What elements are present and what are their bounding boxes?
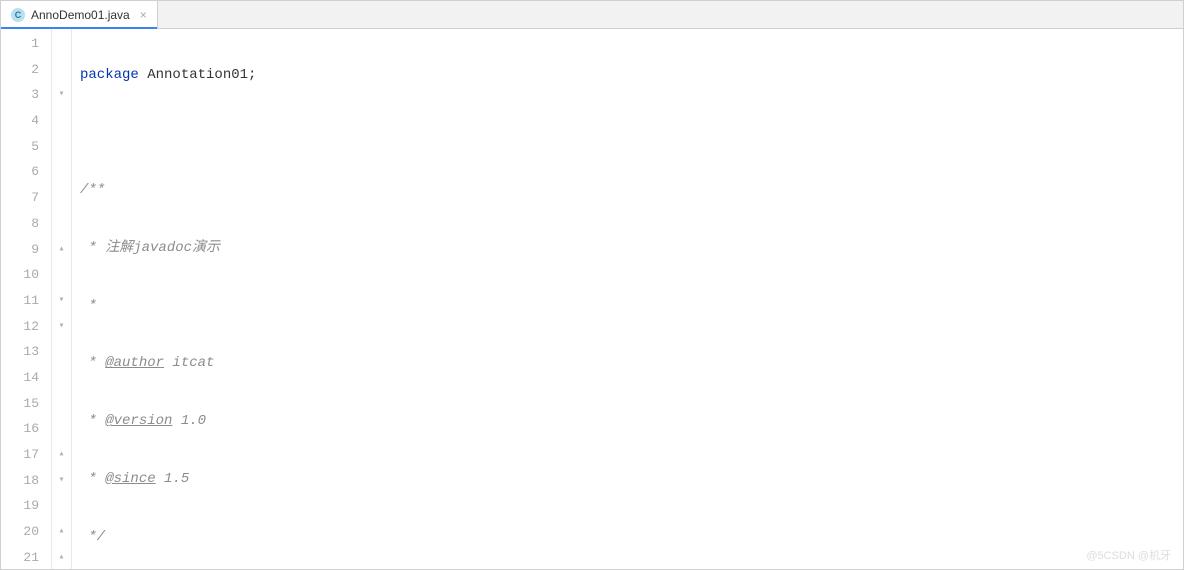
fold-marker <box>52 211 71 237</box>
line-number: 10 <box>1 262 51 288</box>
code-line: */ <box>72 525 1183 551</box>
fold-marker <box>52 365 71 391</box>
code-area[interactable]: package Annotation01; /** * 注解javadoc演示 … <box>71 29 1183 569</box>
line-number: 17 <box>1 442 51 468</box>
line-number: 14 <box>1 365 51 391</box>
line-number: 18 <box>1 468 51 494</box>
fold-column: ▾▴▾▾▴▾▴▴ <box>51 29 71 569</box>
close-icon[interactable]: × <box>140 8 147 22</box>
fold-marker <box>52 262 71 288</box>
line-number: 19 <box>1 493 51 519</box>
line-number: 5 <box>1 134 51 160</box>
editor-body: 123456789101112131415161718192021 ▾▴▾▾▴▾… <box>1 29 1183 569</box>
tab-filename: AnnoDemo01.java <box>31 8 130 22</box>
tabs-bar: C AnnoDemo01.java × <box>1 1 1183 29</box>
java-class-icon: C <box>11 8 25 22</box>
line-number: 9 <box>1 237 51 263</box>
fold-marker[interactable]: ▾ <box>52 288 71 314</box>
code-line: * @since 1.5 <box>72 467 1183 493</box>
code-line: * <box>72 294 1183 320</box>
editor-container: C AnnoDemo01.java × 12345678910111213141… <box>0 0 1184 570</box>
fold-marker[interactable]: ▴ <box>52 545 71 569</box>
fold-marker <box>52 108 71 134</box>
code-line: * @author itcat <box>72 351 1183 377</box>
line-number: 6 <box>1 159 51 185</box>
fold-marker[interactable]: ▾ <box>52 468 71 494</box>
line-number: 16 <box>1 416 51 442</box>
line-number: 7 <box>1 185 51 211</box>
line-number: 12 <box>1 314 51 340</box>
line-number-gutter: 123456789101112131415161718192021 <box>1 29 51 569</box>
fold-marker <box>52 185 71 211</box>
line-number: 20 <box>1 519 51 545</box>
fold-marker[interactable]: ▾ <box>52 82 71 108</box>
line-number: 15 <box>1 391 51 417</box>
fold-marker[interactable]: ▾ <box>52 314 71 340</box>
line-number: 2 <box>1 57 51 83</box>
line-number: 4 <box>1 108 51 134</box>
code-line: * @version 1.0 <box>72 409 1183 435</box>
fold-marker <box>52 416 71 442</box>
line-number: 1 <box>1 31 51 57</box>
code-line: * 注解javadoc演示 <box>72 236 1183 262</box>
line-number: 11 <box>1 288 51 314</box>
fold-marker <box>52 391 71 417</box>
fold-marker <box>52 493 71 519</box>
fold-marker <box>52 159 71 185</box>
code-line: package Annotation01; <box>72 63 1183 89</box>
code-line <box>72 121 1183 147</box>
code-line: /** <box>72 178 1183 204</box>
fold-marker <box>52 31 71 57</box>
watermark: @5CSDN @机牙 <box>1086 547 1171 563</box>
fold-marker[interactable]: ▴ <box>52 237 71 263</box>
file-tab[interactable]: C AnnoDemo01.java × <box>1 1 158 28</box>
line-number: 13 <box>1 339 51 365</box>
line-number: 21 <box>1 545 51 569</box>
line-number: 3 <box>1 82 51 108</box>
fold-marker <box>52 134 71 160</box>
fold-marker[interactable]: ▴ <box>52 519 71 545</box>
fold-marker <box>52 339 71 365</box>
fold-marker[interactable]: ▴ <box>52 442 71 468</box>
fold-marker <box>52 57 71 83</box>
line-number: 8 <box>1 211 51 237</box>
